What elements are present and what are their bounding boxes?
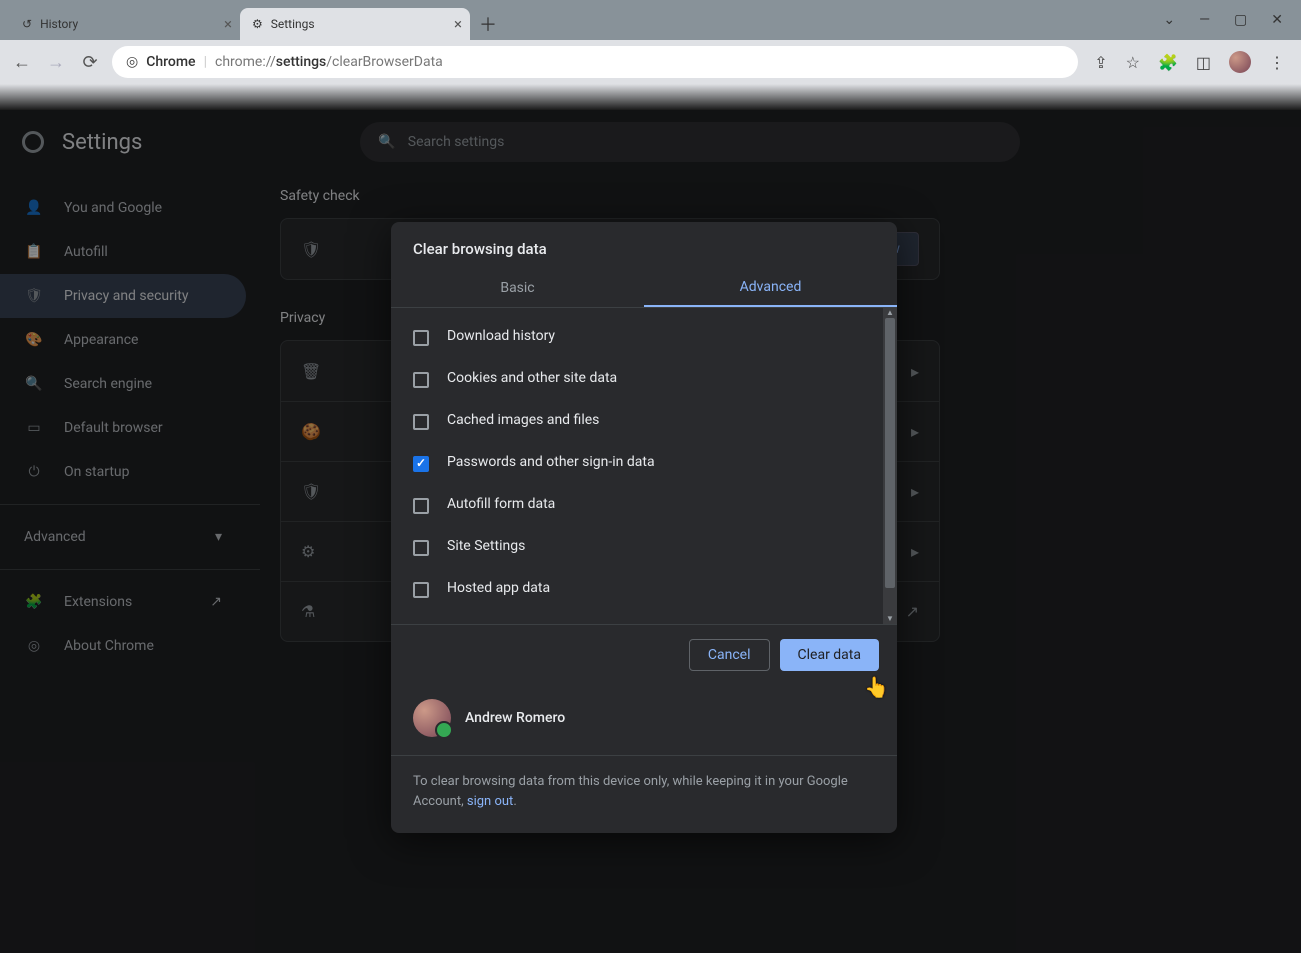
forward-button[interactable]: → [44,50,68,74]
user-name: Andrew Romero [465,710,565,726]
new-tab-button[interactable]: ＋ [474,10,502,38]
checkbox[interactable] [413,456,429,472]
dialog-actions: Cancel Clear data [391,624,897,685]
extensions-icon[interactable]: 🧩 [1158,53,1178,72]
tab-history[interactable]: ↺ History × [10,8,240,40]
back-button[interactable]: ← [10,50,34,74]
reload-button[interactable]: ⟳ [78,50,102,74]
checkbox[interactable] [413,414,429,430]
dialog-user-row: Andrew Romero [391,685,897,743]
option-label: Site Settings [447,538,525,554]
close-icon[interactable]: × [224,15,232,33]
option-label: Cached images and files [447,412,599,428]
tab-settings[interactable]: ⚙ Settings × [240,8,470,40]
option-site-settings[interactable]: Site Settings [391,526,897,568]
checkbox[interactable] [413,330,429,346]
user-avatar [413,699,451,737]
window-controls: ⌄ — ▢ ✕ [1145,0,1301,40]
scrollbar-thumb[interactable] [885,318,895,588]
option-label: Download history [447,328,555,344]
tab-label: Settings [271,17,315,31]
option-autofill-form[interactable]: Autofill form data [391,484,897,526]
bookmark-icon[interactable]: ☆ [1126,53,1140,72]
cancel-button[interactable]: Cancel [689,639,770,671]
dialog-scrollbar[interactable]: ▲ ▼ [883,308,897,624]
history-icon: ↺ [22,17,32,31]
close-window-icon[interactable]: ✕ [1271,12,1283,28]
scroll-up-icon[interactable]: ▲ [883,308,897,318]
dialog-footer-note: To clear browsing data from this device … [391,755,897,833]
sidepanel-icon[interactable]: ◫ [1196,53,1211,72]
tab-strip: ↺ History × ⚙ Settings × ＋ [0,0,1301,40]
option-passwords[interactable]: Passwords and other sign-in data [391,442,897,484]
option-cookies[interactable]: Cookies and other site data [391,358,897,400]
checkbox[interactable] [413,372,429,388]
settings-page: Settings 🔍 Search settings 👤You and Goog… [0,110,1301,953]
chrome-icon: ◎ [126,54,138,70]
option-label: Cookies and other site data [447,370,617,386]
tab-basic[interactable]: Basic [391,268,644,307]
scroll-down-icon[interactable]: ▼ [883,614,897,624]
clear-data-button[interactable]: Clear data [780,639,879,671]
profile-avatar[interactable] [1229,51,1251,73]
dialog-title: Clear browsing data [391,222,897,268]
option-cached-images[interactable]: Cached images and files [391,400,897,442]
checkbox[interactable] [413,582,429,598]
address-bar: ← → ⟳ ◎ Chrome | chrome://settings/clear… [0,40,1301,84]
sign-out-link[interactable]: sign out [467,794,513,809]
menu-icon[interactable]: ⋮ [1269,53,1285,72]
close-icon[interactable]: × [454,15,462,33]
maximize-icon[interactable]: ▢ [1234,12,1247,28]
url-text: chrome://settings/clearBrowserData [215,54,443,70]
tab-label: History [40,17,78,31]
checkbox[interactable] [413,498,429,514]
option-download-history[interactable]: Download history [391,316,897,358]
chevron-down-icon[interactable]: ⌄ [1163,12,1175,28]
share-icon[interactable]: ⇪ [1094,53,1107,72]
omnibox[interactable]: ◎ Chrome | chrome://settings/clearBrowse… [112,46,1078,78]
option-label: Autofill form data [447,496,555,512]
url-origin: Chrome [146,54,195,70]
option-hosted-app[interactable]: Hosted app data [391,568,897,610]
checkbox[interactable] [413,540,429,556]
tab-advanced[interactable]: Advanced [644,268,897,307]
option-label: Passwords and other sign-in data [447,454,655,470]
dialog-tabs: Basic Advanced [391,268,897,308]
minimize-icon[interactable]: — [1199,12,1210,28]
option-label: Hosted app data [447,580,550,596]
dialog-options-list: Download history Cookies and other site … [391,308,897,624]
clear-browsing-data-dialog: Clear browsing data Basic Advanced Downl… [391,222,897,833]
gear-icon: ⚙ [252,17,263,31]
